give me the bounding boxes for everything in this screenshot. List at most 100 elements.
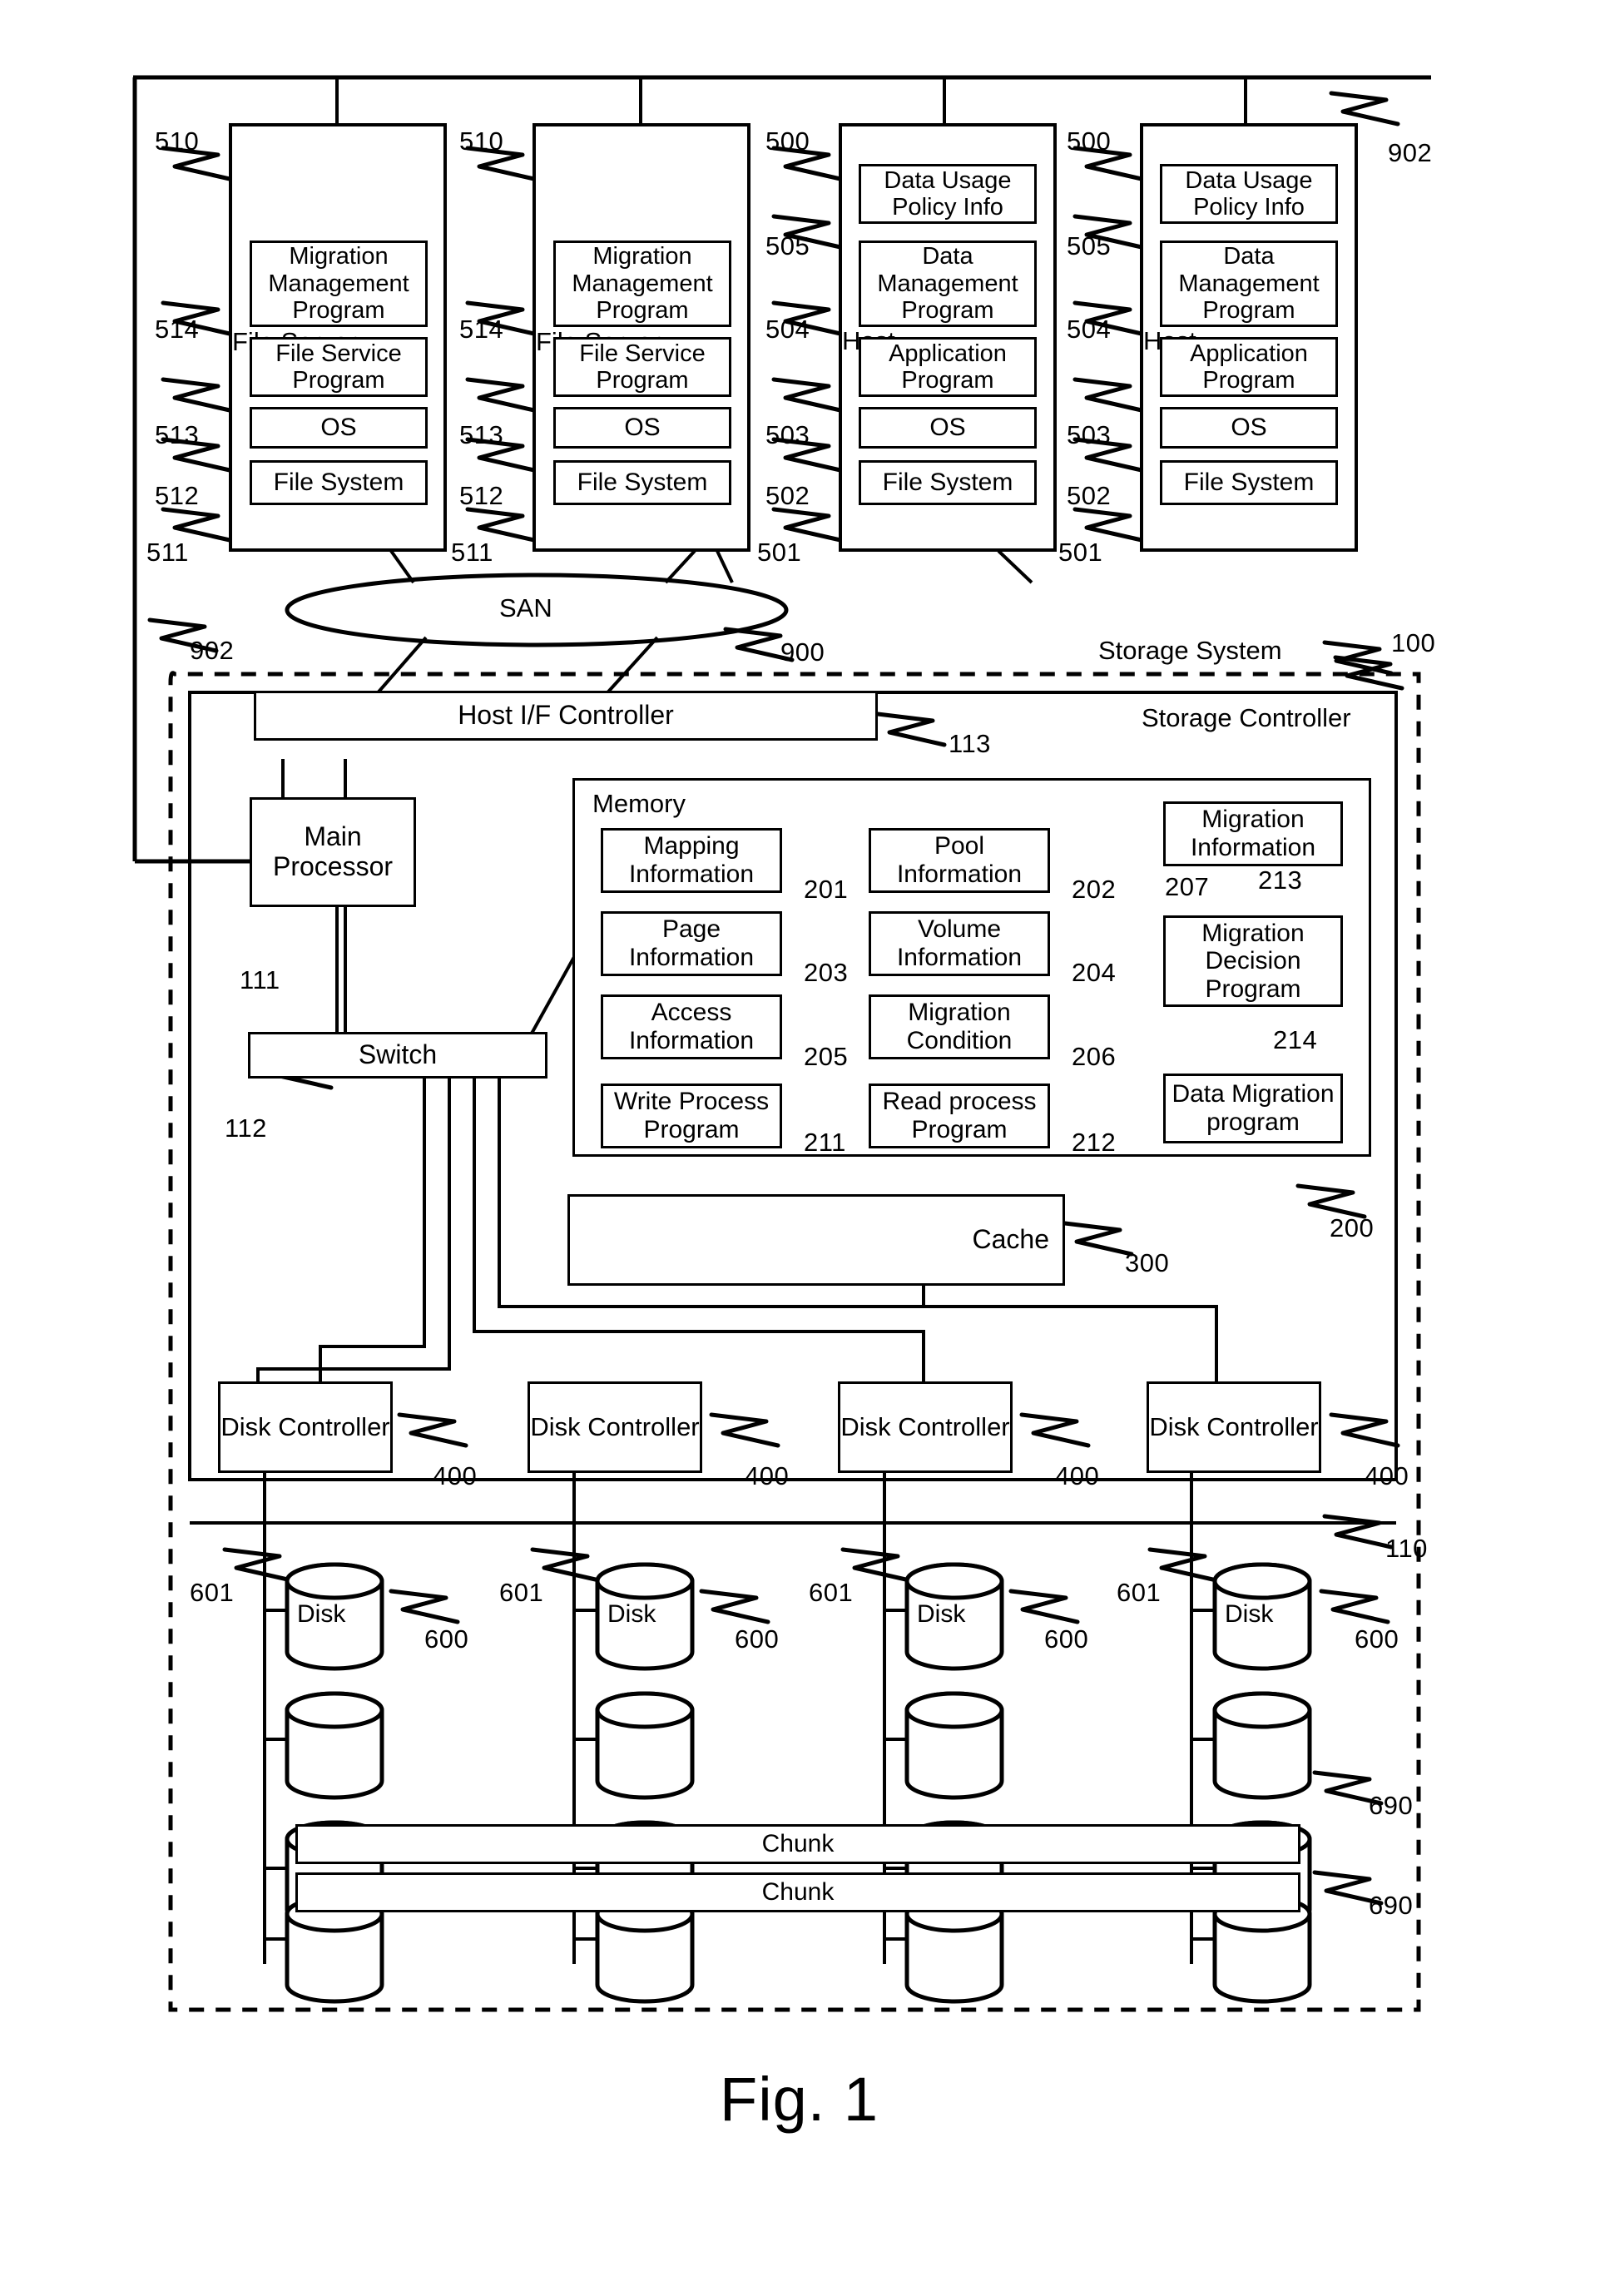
file-server-2-file-system: File System xyxy=(553,460,731,505)
ref-505-a: 505 xyxy=(765,231,810,260)
host-2-os: OS xyxy=(1160,407,1338,449)
ref-514-a: 514 xyxy=(155,315,200,344)
ref-501-b: 501 xyxy=(1058,538,1103,567)
memory-item-page-information: Page Information xyxy=(601,911,782,976)
ref-503-a: 503 xyxy=(765,420,810,449)
file-server-2-file-service-program: File Service Program xyxy=(553,337,731,397)
host-2-file-system: File System xyxy=(1160,460,1338,505)
ref-201: 201 xyxy=(804,875,849,904)
ref-512-a: 512 xyxy=(155,481,200,510)
ref-205: 205 xyxy=(804,1042,849,1071)
host-1-application-program: Application Program xyxy=(859,337,1037,397)
ref-502-b: 502 xyxy=(1067,481,1112,510)
memory-item-data-migration-program: Data Migration program xyxy=(1163,1074,1343,1143)
storage-controller-label: Storage Controller xyxy=(1142,703,1351,732)
ref-502-a: 502 xyxy=(765,481,810,510)
disk-label-4: Disk xyxy=(1225,1600,1274,1628)
ref-200: 200 xyxy=(1330,1213,1375,1242)
file-server-1-file-service-program: File Service Program xyxy=(250,337,428,397)
ref-600-d: 600 xyxy=(1355,1624,1399,1654)
ref-900: 900 xyxy=(780,637,825,667)
file-server-1-migration-management-program: Migration Management Program xyxy=(250,241,428,327)
disk-controller-4: Disk Controller xyxy=(1147,1381,1321,1473)
ref-112: 112 xyxy=(225,1113,267,1143)
ref-100: 100 xyxy=(1391,628,1436,657)
disk-label-1: Disk xyxy=(297,1600,346,1628)
ref-600-a: 600 xyxy=(424,1624,469,1654)
ref-690-b: 690 xyxy=(1369,1891,1414,1920)
switch: Switch xyxy=(248,1032,547,1079)
ref-111: 111 xyxy=(240,965,280,994)
storage-system-label: Storage System xyxy=(1098,636,1282,665)
ref-400-d: 400 xyxy=(1365,1461,1409,1490)
ref-300: 300 xyxy=(1125,1248,1170,1277)
ref-400-a: 400 xyxy=(433,1461,478,1490)
ref-204: 204 xyxy=(1072,958,1117,987)
disk-controller-1: Disk Controller xyxy=(218,1381,393,1473)
ref-211: 211 xyxy=(804,1128,846,1157)
disk-controller-3: Disk Controller xyxy=(838,1381,1013,1473)
memory-item-write-process-program: Write Process Program xyxy=(601,1084,782,1148)
host-2-data-management-program: Data Management Program xyxy=(1160,241,1338,327)
ref-212: 212 xyxy=(1072,1128,1117,1157)
disk-label-3: Disk xyxy=(917,1600,966,1628)
memory-item-migration-condition: Migration Condition xyxy=(869,994,1050,1059)
ref-504-a: 504 xyxy=(765,315,810,344)
host-1-data-usage-policy-info: Data Usage Policy Info xyxy=(859,164,1037,224)
host-2-data-usage-policy-info: Data Usage Policy Info xyxy=(1160,164,1338,224)
ref-902-left: 902 xyxy=(190,636,235,665)
ref-214: 214 xyxy=(1273,1025,1318,1054)
ref-400-c: 400 xyxy=(1055,1461,1100,1490)
ref-512-b: 512 xyxy=(459,481,504,510)
host-1-data-management-program: Data Management Program xyxy=(859,241,1037,327)
file-server-2-migration-management-program: Migration Management Program xyxy=(553,241,731,327)
ref-601-d: 601 xyxy=(1117,1578,1162,1607)
ref-600-c: 600 xyxy=(1044,1624,1089,1654)
file-server-1-file-system: File System xyxy=(250,460,428,505)
ref-513-b: 513 xyxy=(459,420,504,449)
ref-600-b: 600 xyxy=(735,1624,780,1654)
chunk-bar-1: Chunk xyxy=(295,1824,1300,1864)
ref-500-b: 500 xyxy=(1067,126,1112,156)
disk-controller-2: Disk Controller xyxy=(528,1381,702,1473)
host-1-file-system: File System xyxy=(859,460,1037,505)
memory-label: Memory xyxy=(592,789,686,818)
memory-item-read-process-program: Read process Program xyxy=(869,1084,1050,1148)
ref-511-a: 511 xyxy=(146,538,189,567)
host-if-controller: Host I/F Controller xyxy=(254,691,878,741)
ref-510-a: 510 xyxy=(155,126,200,156)
ref-601-a: 601 xyxy=(190,1578,235,1607)
ref-505-b: 505 xyxy=(1067,231,1112,260)
ref-206: 206 xyxy=(1072,1042,1117,1071)
ref-601-c: 601 xyxy=(809,1578,854,1607)
disk-label-2: Disk xyxy=(607,1600,656,1628)
memory-item-migration-information: Migration Information xyxy=(1163,801,1343,866)
host-2-application-program: Application Program xyxy=(1160,337,1338,397)
ref-501-a: 501 xyxy=(757,538,802,567)
main-processor: Main Processor xyxy=(250,797,416,907)
ref-504-b: 504 xyxy=(1067,315,1112,344)
figure-caption: Fig. 1 xyxy=(720,2065,879,2134)
memory-item-mapping-information: Mapping Information xyxy=(601,828,782,893)
ref-511-b: 511 xyxy=(451,538,493,567)
ref-400-b: 400 xyxy=(745,1461,790,1490)
ref-601-b: 601 xyxy=(499,1578,544,1607)
patent-figure-page: .st{fill:none;stroke:#000;stroke-width:4… xyxy=(0,0,1600,2296)
file-server-2-os: OS xyxy=(553,407,731,449)
ref-213: 213 xyxy=(1258,865,1303,895)
chunk-bar-2: Chunk xyxy=(295,1872,1300,1912)
ref-902-top: 902 xyxy=(1388,138,1433,167)
ref-202: 202 xyxy=(1072,875,1117,904)
ref-110: 110 xyxy=(1385,1534,1428,1563)
cache-block: Cache xyxy=(567,1194,1065,1286)
memory-item-pool-information: Pool Information xyxy=(869,828,1050,893)
file-server-1-os: OS xyxy=(250,407,428,449)
ref-113: 113 xyxy=(949,729,991,758)
ref-514-b: 514 xyxy=(459,315,504,344)
memory-item-access-information: Access Information xyxy=(601,994,782,1059)
ref-503-b: 503 xyxy=(1067,420,1112,449)
ref-513-a: 513 xyxy=(155,420,200,449)
ref-203: 203 xyxy=(804,958,849,987)
ref-510-b: 510 xyxy=(459,126,504,156)
ref-207: 207 xyxy=(1165,872,1210,901)
